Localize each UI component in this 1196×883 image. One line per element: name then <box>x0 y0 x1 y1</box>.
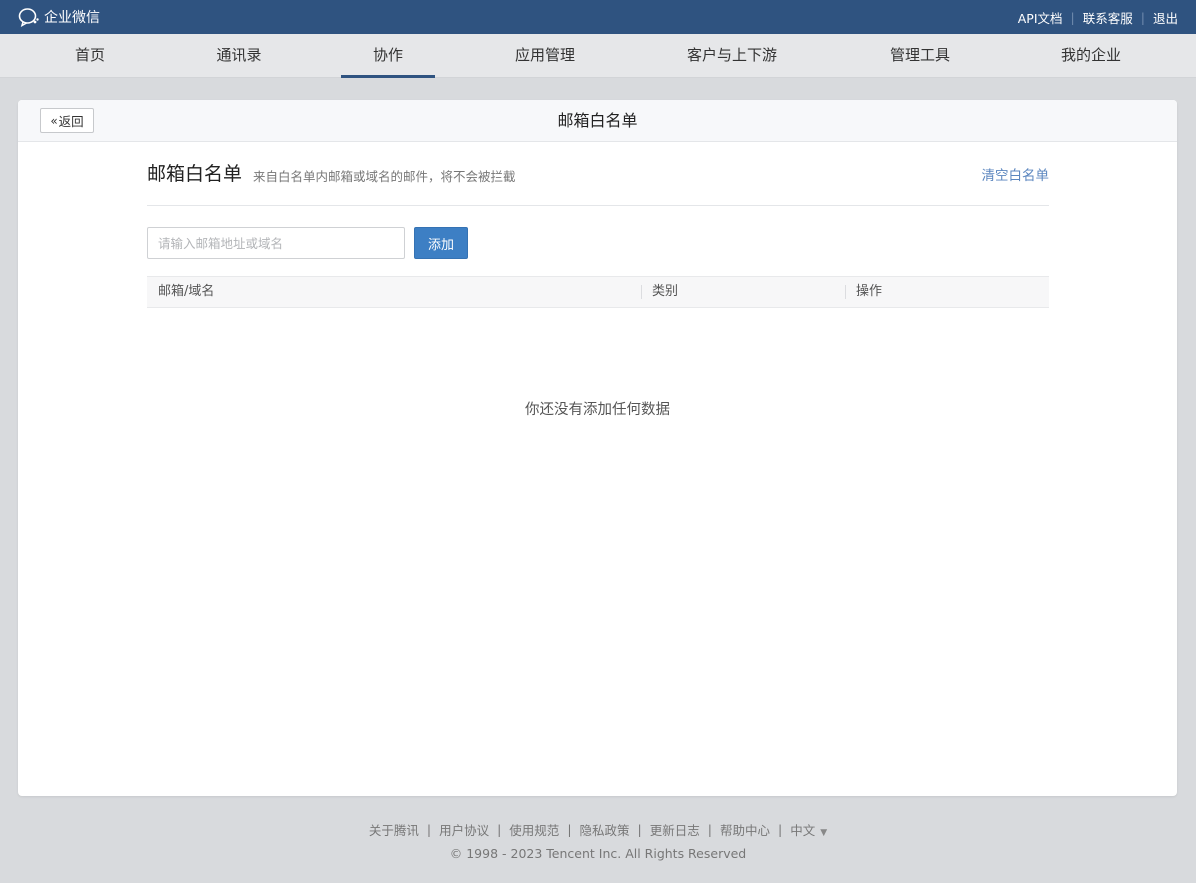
empty-state-text: 你还没有添加任何数据 <box>525 402 670 418</box>
caret-down-icon: ▼ <box>820 828 828 838</box>
add-row: 添加 <box>147 227 468 259</box>
copyright: © 1998 - 2023 Tencent Inc. All Rights Re… <box>449 846 747 861</box>
add-button[interactable]: 添加 <box>414 227 468 259</box>
divider: | <box>426 822 432 837</box>
tab-management-tools[interactable]: 管理工具 <box>880 34 960 78</box>
footer-link-usage-rules[interactable]: 使用规范 <box>509 820 559 839</box>
wecom-logo-icon <box>18 7 40 28</box>
divider: | <box>707 822 712 837</box>
footer-link-privacy[interactable]: 隐私政策 <box>580 820 630 839</box>
brand-name: 企业微信 <box>44 10 100 26</box>
top-bar: 企业微信 API文档 | 联系客服 | 退出 <box>0 0 1196 34</box>
column-header-actions: 操作 <box>856 284 883 299</box>
column-header-category: 类别 <box>652 284 679 299</box>
divider: | <box>1070 9 1075 25</box>
tab-app-management[interactable]: 应用管理 <box>505 34 585 78</box>
footer-link-help[interactable]: 帮助中心 <box>720 820 770 839</box>
brand[interactable]: 企业微信 <box>18 7 100 28</box>
tab-customers[interactable]: 客户与上下游 <box>672 34 792 78</box>
main-card: « 返回 邮箱白名单 邮箱白名单 来自白名单内邮箱或域名的邮件，将不会被拦截 清… <box>18 100 1177 796</box>
section-title: 邮箱白名单 <box>147 163 243 185</box>
tab-collaboration[interactable]: 协作 <box>341 34 435 78</box>
clear-whitelist-link[interactable]: 清空白名单 <box>982 164 1050 184</box>
main-nav: 首页 通讯录 协作 应用管理 客户与上下游 管理工具 我的企业 <box>0 34 1196 78</box>
tab-contacts[interactable]: 通讯录 <box>207 34 271 78</box>
footer-link-user-agreement[interactable]: 用户协议 <box>439 820 489 839</box>
column-divider <box>641 285 642 299</box>
page-title: 邮箱白名单 <box>557 111 638 130</box>
logout-link[interactable]: 退出 <box>1153 8 1178 27</box>
contact-support-link[interactable]: 联系客服 <box>1083 8 1133 27</box>
tab-my-enterprise[interactable]: 我的企业 <box>1051 34 1131 78</box>
language-label: 中文 <box>790 823 816 838</box>
section-description: 来自白名单内邮箱或域名的邮件，将不会被拦截 <box>253 169 516 184</box>
email-domain-input[interactable] <box>147 227 405 259</box>
table-header: 邮箱/域名 类别 操作 <box>147 276 1049 308</box>
top-links: API文档 | 联系客服 | 退出 <box>1018 8 1178 27</box>
footer-link-about[interactable]: 关于腾讯 <box>369 820 419 839</box>
divider: | <box>497 822 502 837</box>
divider: | <box>778 822 783 837</box>
api-docs-link[interactable]: API文档 <box>1018 8 1063 27</box>
divider: | <box>567 822 572 837</box>
column-divider <box>845 285 846 299</box>
footer-links: 关于腾讯 | 用户协议 | 使用规范 | 隐私政策 | 更新日志 | 帮助中心 … <box>0 820 1196 839</box>
footer-link-changelog[interactable]: 更新日志 <box>650 820 700 839</box>
divider: | <box>637 822 642 837</box>
card-header: « 返回 邮箱白名单 <box>18 100 1177 142</box>
language-selector[interactable]: 中文 ▼ <box>790 820 827 839</box>
tab-home[interactable]: 首页 <box>60 34 120 78</box>
footer: 关于腾讯 | 用户协议 | 使用规范 | 隐私政策 | 更新日志 | 帮助中心 … <box>0 820 1196 861</box>
divider: | <box>1140 9 1145 25</box>
section-header: 邮箱白名单 来自白名单内邮箱或域名的邮件，将不会被拦截 清空白名单 <box>147 158 1049 206</box>
column-header-email-domain: 邮箱/域名 <box>158 284 215 299</box>
